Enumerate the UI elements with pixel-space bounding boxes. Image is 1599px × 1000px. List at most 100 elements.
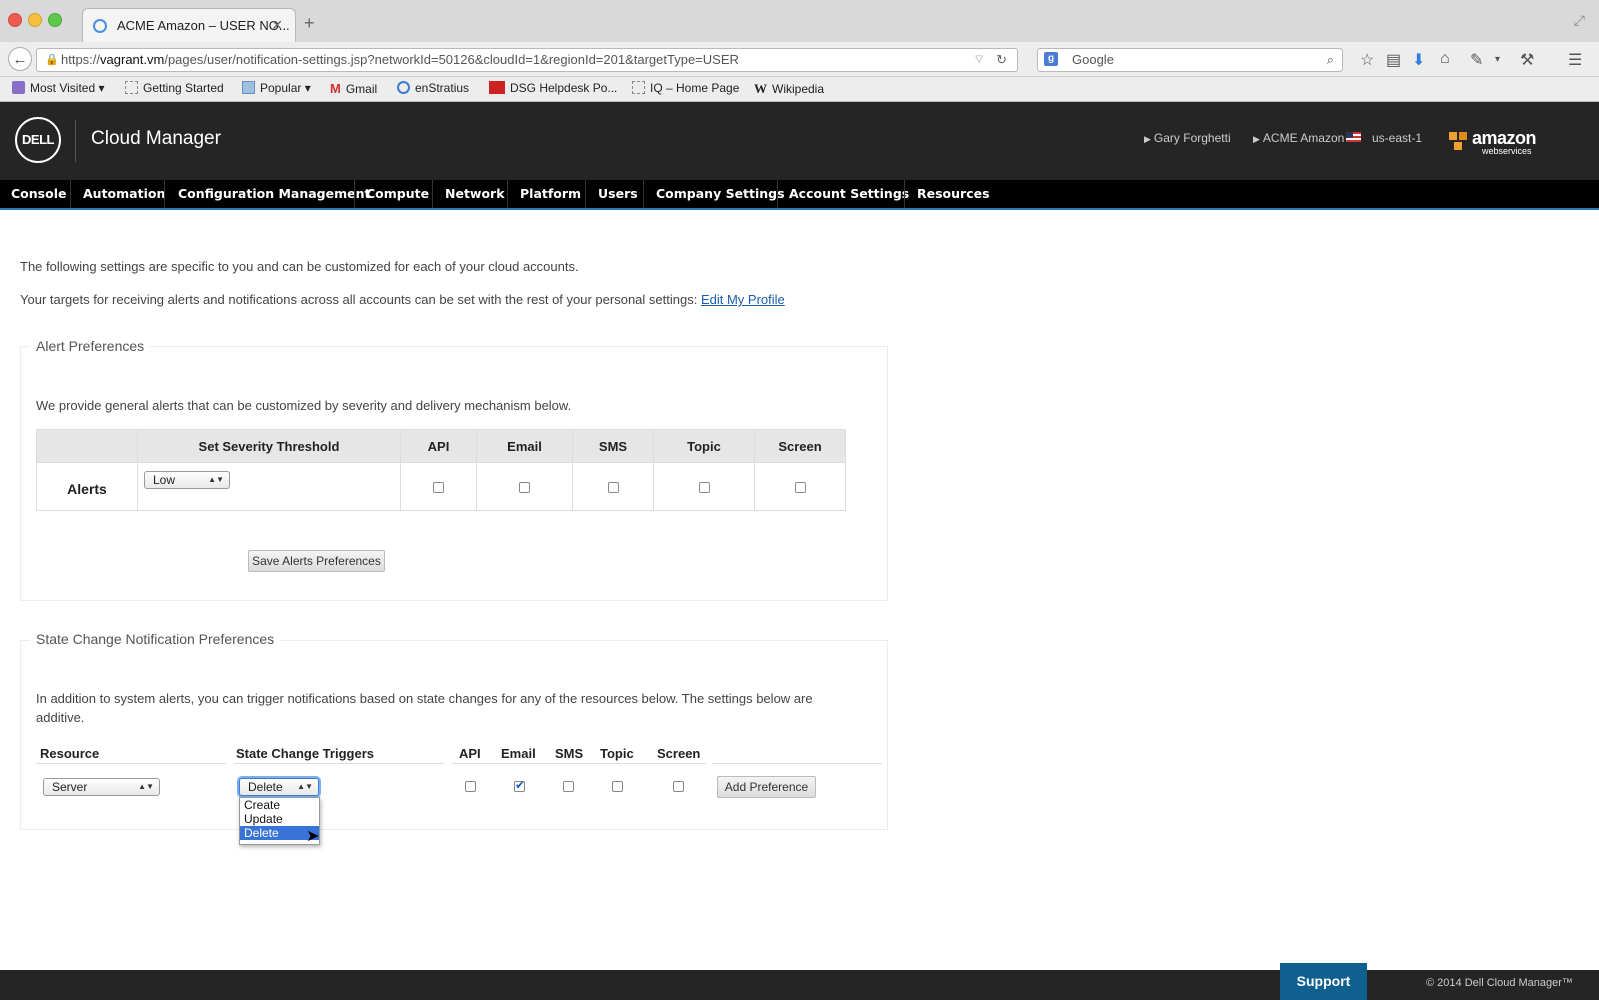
state-api-checkbox[interactable] [465,781,476,792]
bookmark-star-icon[interactable]: ☆ [1360,50,1374,70]
downloads-icon[interactable]: ⬇ [1412,50,1425,70]
menu-icon[interactable]: ☰ [1568,50,1582,70]
table-header-topic: Topic [653,429,755,463]
bookmark-iq-home[interactable]: IQ – Home Page [632,81,739,95]
reload-icon[interactable]: ↻ [996,49,1007,71]
tab-favicon-icon [93,19,107,33]
main-nav: Console Automation Configuration Managem… [0,180,1599,210]
fullscreen-icon[interactable]: ⤢ [1574,12,1585,29]
google-icon: g [1044,52,1058,66]
header-api: API [459,746,481,761]
api-cell [400,462,477,511]
state-change-description-cont: additive. [36,710,85,725]
alert-sms-checkbox[interactable] [607,482,619,494]
bookmark-enstratius[interactable]: enStratius [397,81,469,95]
aws-cubes-icon [1449,132,1467,150]
nav-divider [777,180,778,208]
state-sms-checkbox[interactable] [563,781,574,792]
bookmark-gmail[interactable]: M Gmail [330,81,377,96]
alert-api-checkbox[interactable] [433,482,444,494]
bookmark-wikipedia[interactable]: W Wikipedia [754,81,824,96]
nav-divider [643,180,644,208]
tools-dropdown-icon[interactable]: ▾ [1495,54,1500,65]
logo-divider [75,120,76,162]
table-header-screen: Screen [754,429,846,463]
new-tab-icon[interactable]: + [304,13,315,34]
folder-icon [242,81,255,94]
url-history-dropdown-icon[interactable]: ▽ [975,49,983,71]
table-header-severity: Set Severity Threshold [137,429,401,463]
select-arrows-icon: ▲▼ [138,782,154,791]
edit-my-profile-link[interactable]: Edit My Profile [701,292,785,307]
home-icon[interactable]: ⌂ [1440,50,1450,68]
tab-close-icon[interactable]: ✕ [271,17,283,34]
bookmark-getting-started[interactable]: Getting Started [125,81,224,95]
nav-automation[interactable]: Automation [83,180,165,208]
dropdown-option-update[interactable]: Update [240,812,319,826]
state-trigger-select[interactable]: Delete ▲▼ [239,778,319,796]
table-header-empty [36,429,138,463]
nav-account-settings[interactable]: Account Settings [789,180,909,208]
nav-resources[interactable]: Resources [917,180,990,208]
browser-tab[interactable]: ACME Amazon – USER NO... ✕ [82,8,296,43]
nav-divider [164,180,165,208]
state-change-legend: State Change Notification Preferences [30,631,281,647]
bookmark-popular[interactable]: Popular ▾ [242,81,311,95]
intro-text: The following settings are specific to y… [20,259,579,274]
table-row: Alerts Low ▲▼ [36,462,846,511]
back-button[interactable]: ← [8,47,32,71]
header-underline [234,763,444,764]
tools-icon[interactable]: ✎ [1470,50,1483,70]
table-header-sms: SMS [572,429,654,463]
nav-console[interactable]: Console [11,180,66,208]
alert-preferences-legend: Alert Preferences [30,338,151,354]
severity-select[interactable]: Low ▲▼ [144,471,230,489]
wrench-icon[interactable]: ⚒ [1520,50,1534,70]
url-text: https://vagrant.vm/pages/user/notificati… [61,52,739,67]
nav-company-settings[interactable]: Company Settings [656,180,785,208]
email-cell [476,462,573,511]
window-maximize-button[interactable] [48,13,62,27]
triangle-right-icon: ▶ [1253,134,1260,144]
nav-platform[interactable]: Platform [520,180,581,208]
window-minimize-button[interactable] [28,13,42,27]
save-alerts-preferences-button[interactable]: Save Alerts Preferences [248,550,385,572]
nav-users[interactable]: Users [598,180,638,208]
enstratius-icon [397,81,410,94]
user-menu[interactable]: ▶ Gary Forghetti [1144,131,1231,145]
bookmark-dsg-helpdesk[interactable]: DSG Helpdesk Po... [489,81,617,95]
header-underline [452,763,706,764]
support-button[interactable]: Support [1280,963,1367,1000]
add-preference-button[interactable]: Add Preference [717,776,816,798]
search-icon[interactable]: ⌕ [1327,49,1334,71]
region-selector[interactable]: us-east-1 [1372,131,1422,145]
bookmark-most-visited[interactable]: Most Visited ▾ [12,81,105,95]
state-email-checkbox[interactable] [514,778,525,792]
tab-title: ACME Amazon – USER NO... [117,18,290,33]
url-bar[interactable]: 🔒 https://vagrant.vm/pages/user/notifica… [36,48,1018,72]
dropdown-option-create[interactable]: Create [240,798,319,812]
nav-divider [432,180,433,208]
header-email: Email [501,746,536,761]
nav-network[interactable]: Network [445,180,505,208]
search-bar[interactable]: g Google ⌕ [1037,48,1343,72]
alert-email-checkbox[interactable] [519,482,530,494]
alert-topic-checkbox[interactable] [698,482,710,494]
nav-compute[interactable]: Compute [366,180,429,208]
nav-divider [507,180,508,208]
resource-select[interactable]: Server ▲▼ [43,778,160,796]
copyright-text: © 2014 Dell Cloud Manager™ [1426,977,1573,989]
window-close-button[interactable] [8,13,22,27]
select-arrows-icon: ▲▼ [208,475,224,484]
alert-screen-checkbox[interactable] [794,482,806,494]
state-topic-checkbox[interactable] [612,781,623,792]
browser-toolbar: ← 🔒 https://vagrant.vm/pages/user/notifi… [0,42,1599,77]
dell-logo[interactable]: DELL [15,117,61,163]
state-screen-checkbox[interactable] [673,781,684,792]
lock-icon: 🔒 [45,54,59,66]
nav-divider [585,180,586,208]
reading-list-icon[interactable]: ▤ [1386,50,1401,70]
account-menu[interactable]: ▶ ACME Amazon [1253,131,1344,145]
helpdesk-icon [489,81,505,94]
nav-configuration-management[interactable]: Configuration Management [178,180,370,208]
